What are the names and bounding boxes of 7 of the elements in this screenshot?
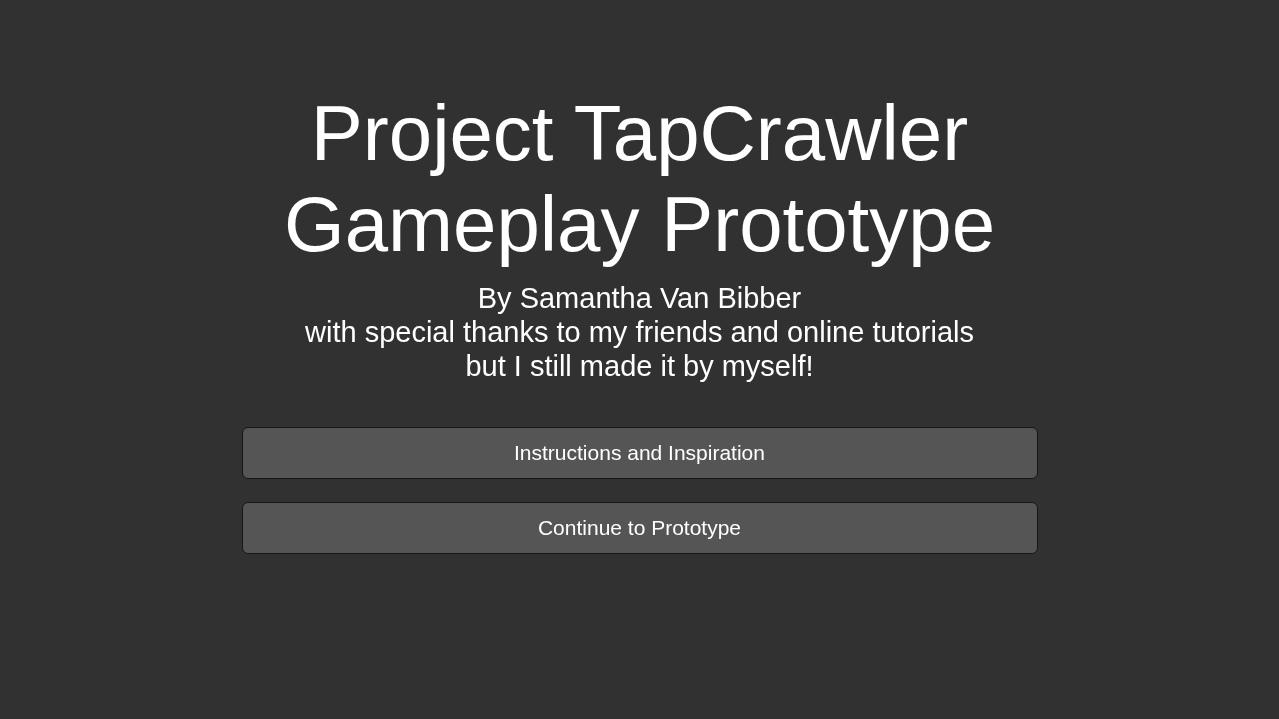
title-line: Project TapCrawler bbox=[310, 88, 969, 179]
credits-line: but I still made it by myself! bbox=[465, 349, 814, 383]
title-line: Gameplay Prototype bbox=[284, 179, 995, 270]
credits-line: with special thanks to my friends and online tutorials bbox=[305, 315, 974, 349]
menu-button[interactable]: Instructions and Inspiration bbox=[241, 427, 1038, 479]
menu-button[interactable]: Continue to Prototype bbox=[241, 502, 1038, 554]
credits-line: By Samantha Van Bibber bbox=[477, 281, 802, 315]
